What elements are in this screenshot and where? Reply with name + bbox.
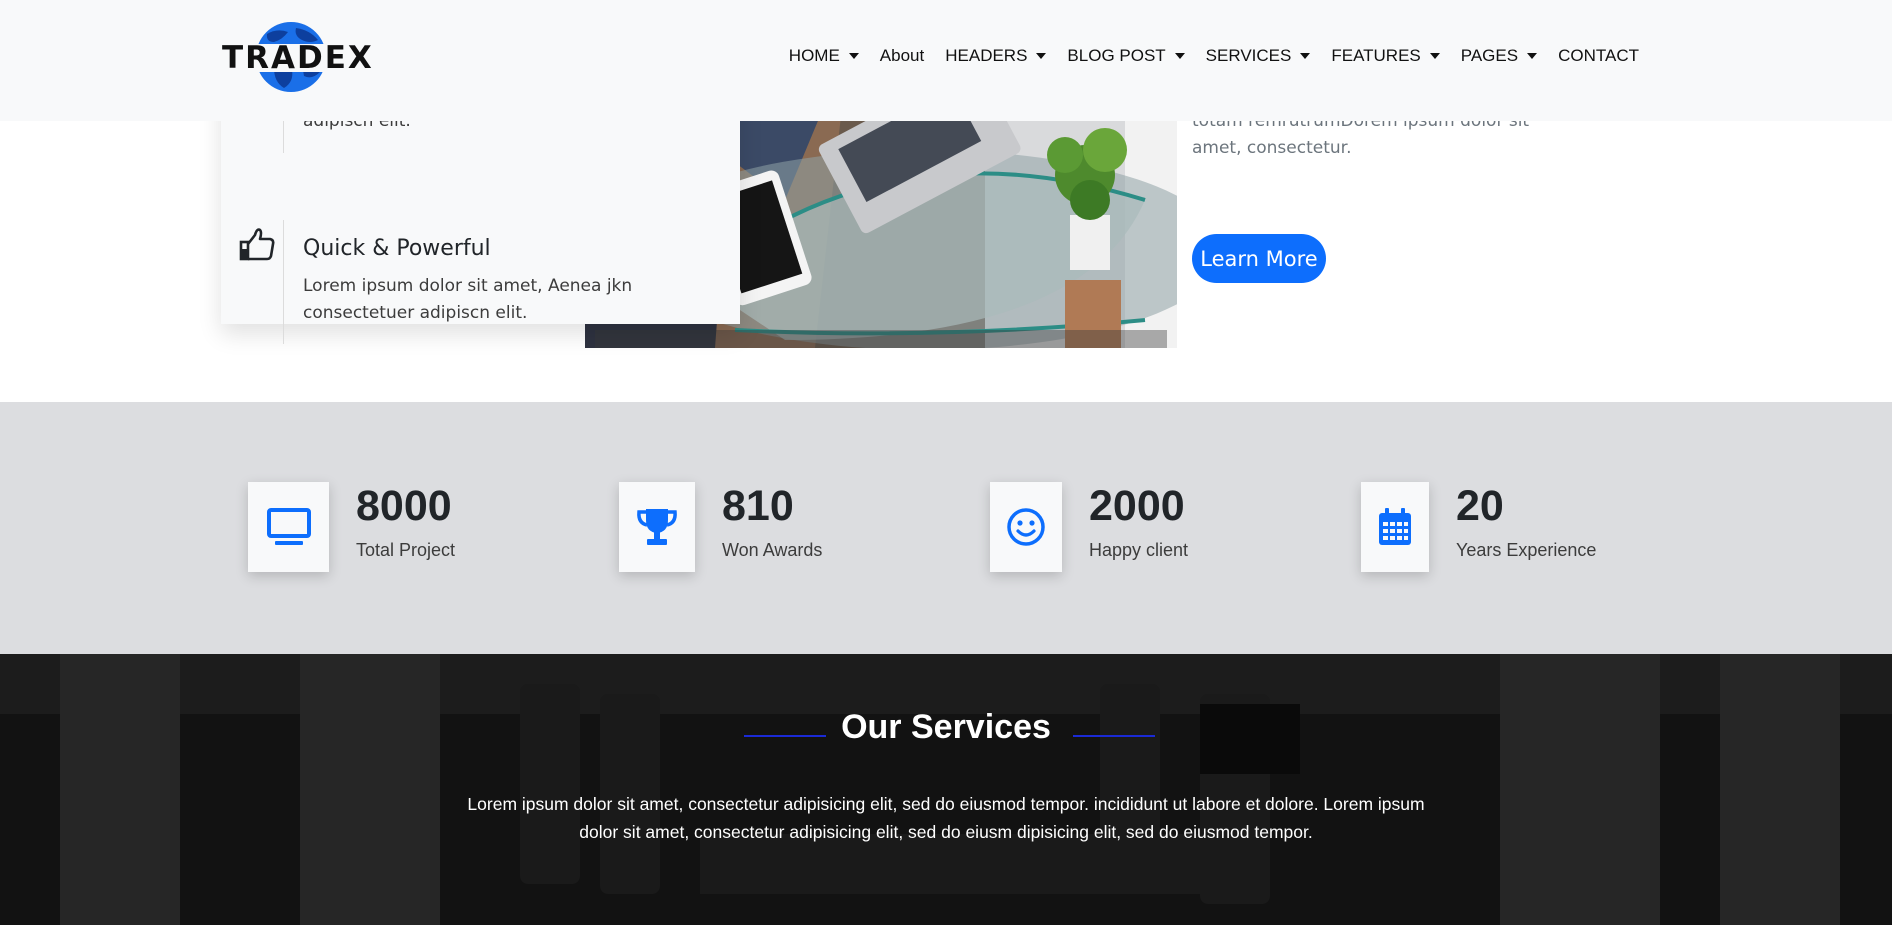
nav-headers[interactable]: HEADERS: [945, 46, 1047, 66]
caret-down-icon: [1300, 53, 1311, 59]
logo[interactable]: TRADEX: [222, 20, 374, 94]
stat-value: 2000: [1089, 482, 1185, 530]
feature-divider: [283, 220, 284, 344]
services-title: Our Services: [841, 708, 1051, 746]
nav-pages[interactable]: PAGES: [1460, 46, 1538, 66]
nav-features[interactable]: FEATURES: [1331, 46, 1440, 66]
nav-features-label: FEATURES: [1331, 46, 1421, 65]
caret-down-icon: [848, 53, 859, 59]
feature-title: Quick & Powerful: [303, 236, 491, 261]
stat-label: Years Experience: [1456, 540, 1597, 560]
stat-value: 8000: [356, 482, 452, 530]
stat-value: 810: [722, 482, 794, 530]
nav-contact-label: CONTACT: [1558, 46, 1639, 65]
caret-down-icon: [1036, 53, 1047, 59]
caret-down-icon: [1429, 53, 1440, 59]
smiley-icon: [990, 482, 1062, 572]
trophy-icon: [619, 482, 695, 572]
stat-label: Total Project: [356, 540, 456, 560]
nav-blog-post[interactable]: BLOG POST: [1067, 46, 1185, 66]
feature-desc: Lorem ipsum dolor sit amet, Aenea jkn co…: [303, 276, 633, 323]
monitor-icon: [248, 482, 329, 572]
caret-down-icon: [1527, 53, 1538, 59]
nav-services-label: SERVICES: [1205, 46, 1292, 65]
logo-text: TRADEX: [222, 40, 374, 76]
nav-pages-label: PAGES: [1460, 46, 1519, 65]
nav-home-label: HOME: [788, 46, 840, 65]
nav-blog-post-label: BLOG POST: [1067, 46, 1166, 65]
nav-about-label: About: [879, 46, 925, 65]
stat-value: 20: [1456, 482, 1504, 530]
stat-label: Happy client: [1089, 540, 1189, 560]
nav-home[interactable]: HOME: [789, 46, 859, 66]
nav-about[interactable]: About: [880, 46, 924, 66]
nav-services[interactable]: SERVICES: [1206, 46, 1311, 66]
header: TRADEX HOME About HEADERS BLOG POST SERV…: [0, 0, 1892, 121]
stat-label: Won Awards: [722, 540, 823, 560]
main-nav: HOME About HEADERS BLOG POST SERVICES FE…: [768, 46, 1639, 66]
learn-more-button[interactable]: Learn More: [1192, 234, 1326, 283]
thumbs-up-icon: [233, 180, 283, 310]
nav-contact[interactable]: CONTACT: [1558, 46, 1639, 66]
calendar-icon: [1361, 482, 1429, 572]
nav-headers-label: HEADERS: [945, 46, 1028, 65]
services-desc: Lorem ipsum dolor sit amet, consectetur …: [467, 794, 1425, 842]
services-section: Our Services Lorem ipsum dolor sit amet,…: [0, 654, 1892, 925]
caret-down-icon: [1174, 53, 1185, 59]
